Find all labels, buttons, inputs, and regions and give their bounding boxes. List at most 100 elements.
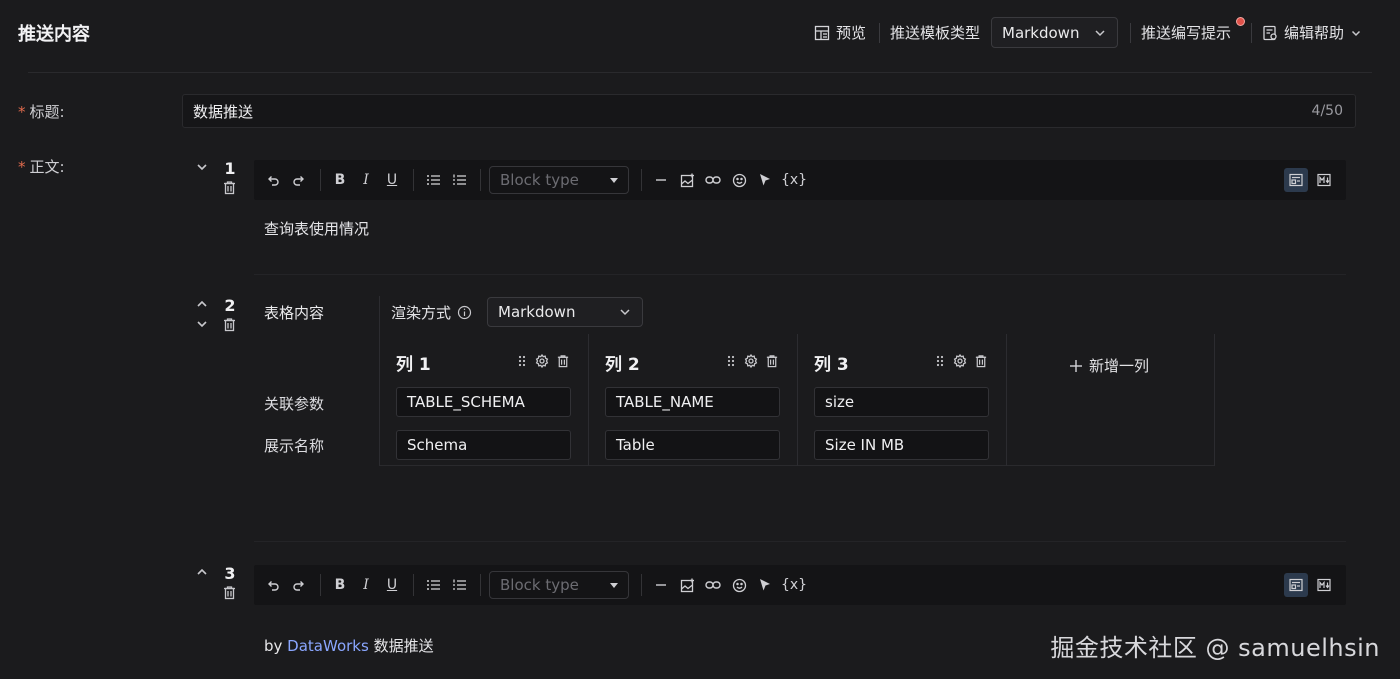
column-param-input[interactable]: size xyxy=(814,387,989,417)
trash-icon[interactable] xyxy=(765,354,779,368)
add-column-button[interactable]: 新增一列 xyxy=(1069,355,1149,376)
collapse-block-button[interactable] xyxy=(196,161,208,173)
content-prefix: by xyxy=(264,637,288,655)
redo-icon[interactable] xyxy=(288,168,310,192)
link-icon[interactable] xyxy=(702,168,724,192)
toolbar-divider xyxy=(320,169,321,191)
insert-variable-button[interactable]: {x} xyxy=(780,573,808,597)
editor-mode-switch xyxy=(1284,168,1336,192)
insert-variable-button[interactable]: {x} xyxy=(780,168,808,192)
render-mode-select[interactable]: Markdown xyxy=(487,297,643,327)
underline-button[interactable]: U xyxy=(381,573,403,597)
template-type-value: Markdown xyxy=(1002,23,1080,42)
column-param-input[interactable]: TABLE_SCHEMA xyxy=(396,387,571,417)
writing-tips-button[interactable]: 推送编写提示 xyxy=(1141,22,1231,43)
rich-text-mode-icon[interactable] xyxy=(1284,168,1308,192)
block-type-select[interactable]: Block type xyxy=(489,571,629,599)
editor-toolbar: B I U Block type {x} xyxy=(254,565,1346,605)
move-block-up-button[interactable] xyxy=(196,566,208,578)
column-actions xyxy=(516,354,570,368)
markdown-mode-icon[interactable] xyxy=(1312,573,1336,597)
horizontal-rule-icon[interactable] xyxy=(650,168,672,192)
gear-icon[interactable] xyxy=(953,354,967,368)
italic-button[interactable]: I xyxy=(355,168,377,192)
bold-button[interactable]: B xyxy=(329,168,351,192)
gear-icon[interactable] xyxy=(535,354,549,368)
toolbar-divider xyxy=(480,169,481,191)
undo-icon[interactable] xyxy=(262,573,284,597)
markdown-mode-icon[interactable] xyxy=(1312,168,1336,192)
notification-dot xyxy=(1236,17,1245,26)
emoji-icon[interactable] xyxy=(728,573,750,597)
toolbar-divider xyxy=(413,574,414,596)
block-3-content[interactable]: by DataWorks 数据推送 xyxy=(264,635,434,656)
block-type-placeholder: Block type xyxy=(500,171,579,189)
rich-text-mode-icon[interactable] xyxy=(1284,573,1308,597)
delete-block-button[interactable] xyxy=(222,317,237,332)
dataworks-link[interactable]: DataWorks xyxy=(287,637,369,655)
image-icon[interactable] xyxy=(676,168,698,192)
link-icon[interactable] xyxy=(702,573,724,597)
toolbar-divider xyxy=(320,574,321,596)
edit-help-button[interactable]: 编辑帮助 xyxy=(1262,22,1362,43)
column-display-input[interactable]: Table xyxy=(605,430,780,460)
redo-icon[interactable] xyxy=(288,573,310,597)
column-display-input[interactable]: Schema xyxy=(396,430,571,460)
undo-icon[interactable] xyxy=(262,168,284,192)
horizontal-rule-icon[interactable] xyxy=(650,573,672,597)
title-field-label: * 标题: xyxy=(18,103,65,121)
chevron-down-icon xyxy=(1093,26,1107,40)
preview-button[interactable]: 预览 xyxy=(814,22,866,43)
title-input-value: 数据推送 xyxy=(193,102,254,121)
drag-handle-icon[interactable] xyxy=(934,354,946,368)
title-input[interactable]: 数据推送 4/50 xyxy=(182,94,1356,128)
drag-handle-icon[interactable] xyxy=(516,354,528,368)
trash-icon xyxy=(222,585,237,600)
delete-block-button[interactable] xyxy=(222,585,237,600)
body-field-label: * 正文: xyxy=(18,158,65,176)
trash-icon[interactable] xyxy=(556,354,570,368)
delete-block-button[interactable] xyxy=(222,180,237,195)
toolbar-divider xyxy=(641,169,642,191)
underline-button[interactable]: U xyxy=(381,168,403,192)
caret-down-icon xyxy=(610,582,618,588)
title-char-counter: 4/50 xyxy=(1311,103,1343,119)
table-column: 列 2 TABLE_NAME Table xyxy=(588,334,797,466)
header-divider xyxy=(1251,23,1252,43)
numbered-list-icon[interactable] xyxy=(448,573,470,597)
plus-icon xyxy=(1069,359,1083,373)
block-type-select[interactable]: Block type xyxy=(489,166,629,194)
column-actions xyxy=(725,354,779,368)
bullet-list-icon[interactable] xyxy=(422,573,444,597)
render-divider xyxy=(379,296,380,334)
bullet-list-icon[interactable] xyxy=(422,168,444,192)
template-type-select[interactable]: Markdown xyxy=(991,17,1118,48)
cursor-pointer-icon[interactable] xyxy=(754,573,776,597)
row-label-param: 关联参数 xyxy=(264,395,325,413)
emoji-icon[interactable] xyxy=(728,168,750,192)
drag-handle-icon[interactable] xyxy=(725,354,737,368)
render-mode-value: Markdown xyxy=(498,303,576,321)
column-actions xyxy=(934,354,988,368)
info-icon[interactable] xyxy=(457,305,472,320)
header-divider xyxy=(1130,23,1131,43)
watermark: 掘金技术社区 @ samuelhsin xyxy=(1050,634,1380,662)
block-number: 1 xyxy=(224,159,236,178)
gear-icon[interactable] xyxy=(744,354,758,368)
move-block-down-button[interactable] xyxy=(196,318,208,330)
column-param-input[interactable]: TABLE_NAME xyxy=(605,387,780,417)
move-block-up-button[interactable] xyxy=(196,298,208,310)
block-type-placeholder: Block type xyxy=(500,576,579,594)
chevron-up-icon xyxy=(196,298,208,310)
writing-tips-label: 推送编写提示 xyxy=(1141,24,1232,42)
bold-button[interactable]: B xyxy=(329,573,351,597)
numbered-list-icon[interactable] xyxy=(448,168,470,192)
cursor-pointer-icon[interactable] xyxy=(754,168,776,192)
column-display-input[interactable]: Size IN MB xyxy=(814,430,989,460)
image-icon[interactable] xyxy=(676,573,698,597)
italic-button[interactable]: I xyxy=(355,573,377,597)
column-header: 列 3 xyxy=(814,355,849,375)
page-title: 推送内容 xyxy=(18,24,90,45)
block-1-content[interactable]: 查询表使用情况 xyxy=(264,218,369,239)
trash-icon[interactable] xyxy=(974,354,988,368)
